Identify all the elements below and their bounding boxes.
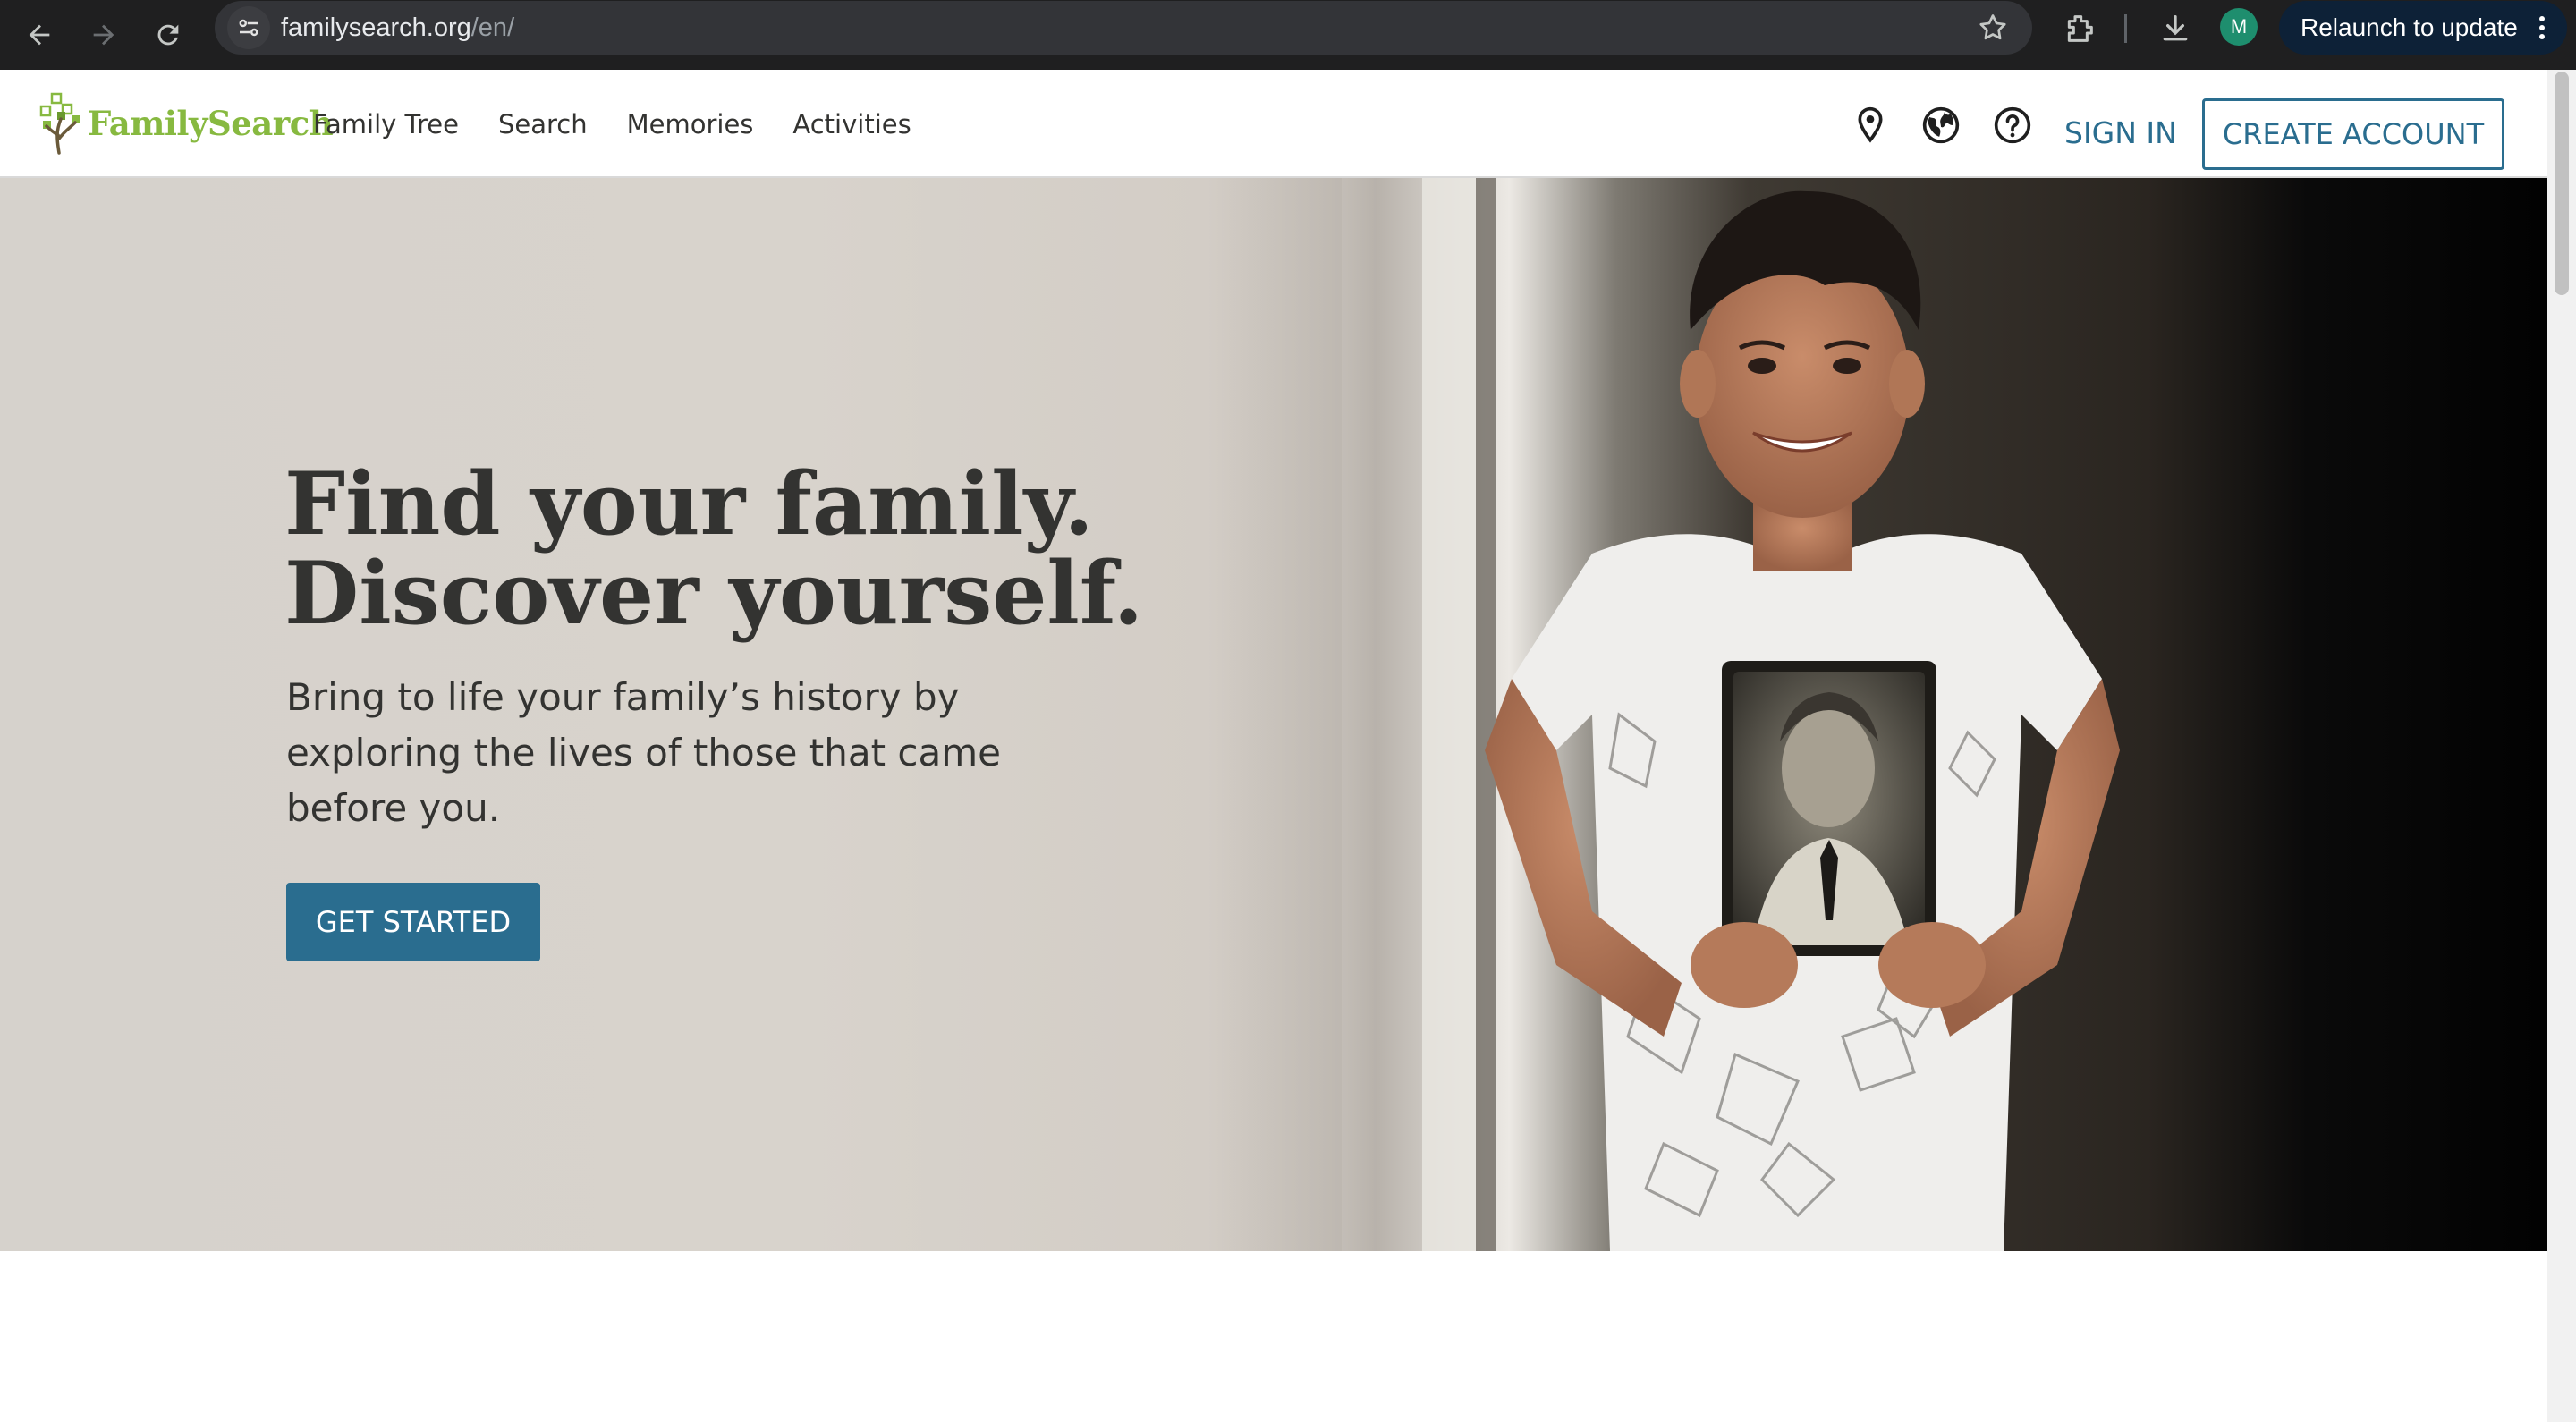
logo-text: FamilySearch [88,104,334,143]
forward-icon [93,24,114,46]
page-scrollbar[interactable] [2547,70,2576,1422]
site-info-icon [239,19,258,37]
reload-button[interactable] [145,12,191,58]
relaunch-label: Relaunch to update [2301,13,2518,41]
scrollbar-thumb[interactable] [2555,72,2569,295]
create-account-button[interactable]: CREATE ACCOUNT [2202,98,2504,170]
more-icon [2539,16,2545,39]
extensions-icon[interactable] [2062,11,2097,47]
hero-photo [1216,178,2547,1251]
forward-button[interactable] [80,12,127,58]
star-icon[interactable] [1977,12,2009,44]
hero-subtitle: Bring to life your family’s history by e… [286,675,1002,830]
back-icon [29,24,50,46]
help-icon [1994,106,2031,144]
location-pin-icon [1858,106,1883,143]
reload-icon [157,24,179,46]
tree-logo-icon [39,92,80,155]
hero-title-line1: Find your family. [284,453,1094,554]
language-button[interactable] [1921,106,1961,145]
address-bar[interactable]: familysearch.org/en/ [215,1,2032,55]
location-button[interactable] [1851,106,1890,145]
url-host: familysearch.org [281,13,471,42]
profile-avatar[interactable]: M [2220,8,2258,46]
browser-toolbar: familysearch.org/en/ M Relaunch to updat… [0,0,2576,70]
toolbar-separator [2124,14,2127,43]
url-text[interactable]: familysearch.org/en/ [281,13,514,43]
hero-section: Find your family. Discover yourself. Bri… [0,178,2547,1251]
url-path: /en/ [470,13,515,42]
download-icon[interactable] [2157,11,2193,47]
help-button[interactable] [1993,106,2032,145]
nav-search[interactable]: Search [498,109,588,140]
relaunch-button[interactable]: Relaunch to update [2279,1,2567,55]
hero-title-line2: Discover yourself. [284,543,1144,644]
familysearch-logo[interactable]: FamilySearch [39,88,334,159]
nav-activities[interactable]: Activities [792,109,911,140]
site-info-button[interactable] [227,6,270,49]
globe-icon [1922,106,1960,144]
site-header: FamilySearch Family Tree Search Memories… [0,70,2547,178]
main-nav: Family Tree Search Memories Activities [313,70,951,178]
sign-in-link[interactable]: SIGN IN [2064,115,2177,150]
back-button[interactable] [16,12,63,58]
get-started-button[interactable]: GET STARTED [286,883,540,961]
hero-title: Find your family. Discover yourself. [284,460,1143,639]
nav-family-tree[interactable]: Family Tree [313,109,459,140]
nav-memories[interactable]: Memories [627,109,754,140]
